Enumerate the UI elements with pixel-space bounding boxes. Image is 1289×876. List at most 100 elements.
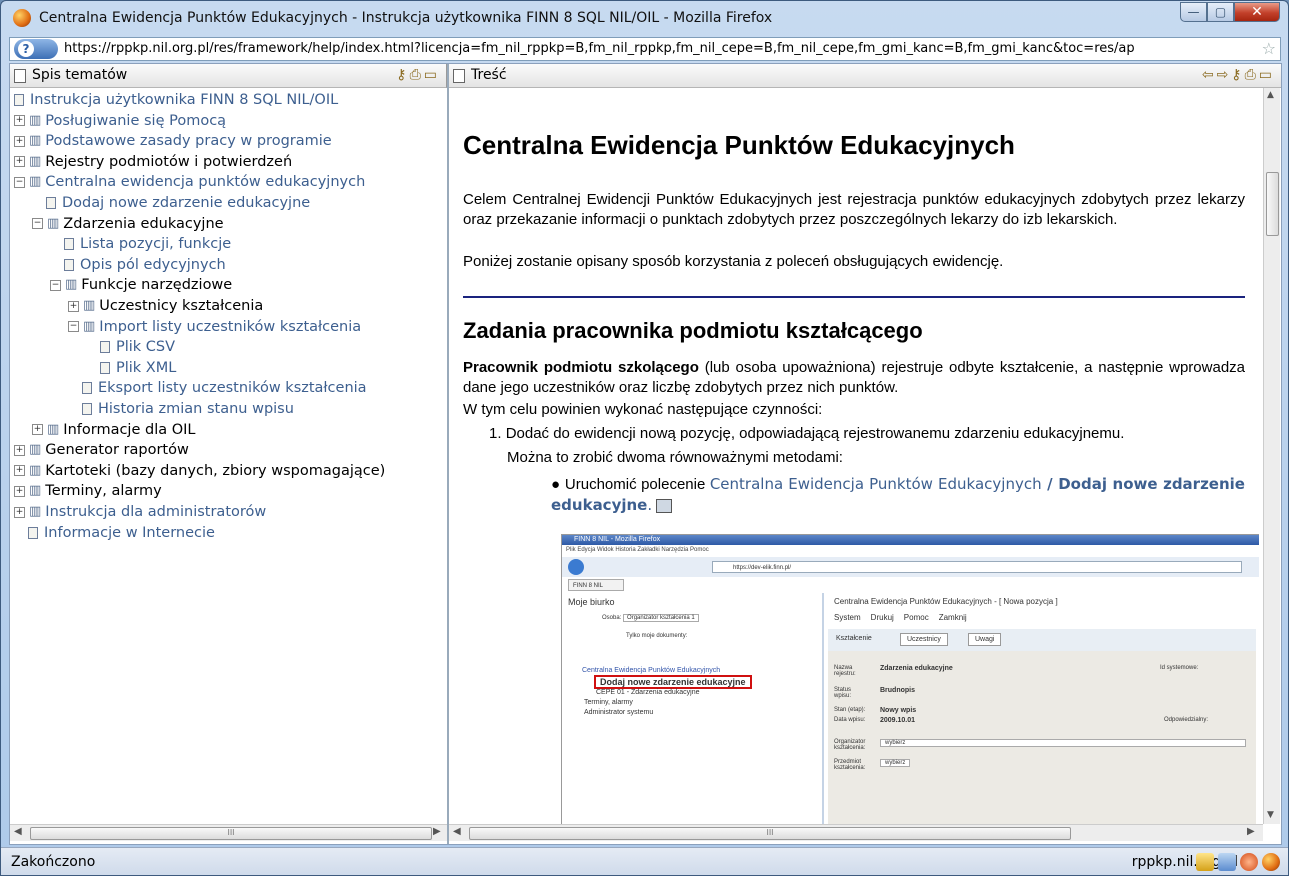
toc-item[interactable]: Informacje w Internecie [14, 523, 215, 543]
bullet-end: . [647, 496, 653, 514]
steps-intro: W tym celu powinien wykonać następujące … [463, 401, 823, 418]
print-icon[interactable]: ⎙ [410, 67, 424, 83]
print-icon[interactable]: ⎙ [1245, 67, 1259, 83]
scroll-thumb[interactable]: III [30, 827, 432, 840]
expand-icon[interactable]: + [14, 485, 25, 497]
firefox-status-icon[interactable] [1262, 853, 1280, 871]
toc-item[interactable]: + ▥ Generator raportów [14, 440, 189, 460]
toc-item[interactable]: + ▥ Posługiwanie się Pomocą [14, 111, 226, 131]
forward-icon[interactable]: ⇨ [1217, 67, 1232, 83]
page-icon [82, 382, 92, 395]
collapse-icon[interactable]: − [14, 176, 25, 188]
shot-tree-4: Terminy, alarmy [584, 699, 633, 706]
toc-item[interactable]: Opis pól edycyjnych [50, 255, 226, 275]
expand-icon[interactable]: + [14, 506, 25, 518]
minimize-button[interactable]: — [1180, 2, 1207, 22]
restore-pane-icon[interactable]: ▭ [424, 67, 440, 83]
scroll-left-icon[interactable]: ◀ [14, 826, 22, 837]
expand-icon[interactable]: + [68, 300, 79, 312]
toc-item[interactable]: Lista pozycji, funkcje [50, 234, 231, 254]
page-icon [28, 526, 38, 539]
page-icon [64, 238, 74, 251]
collapse-icon[interactable]: − [50, 279, 61, 291]
book-icon: ▥ [47, 215, 60, 231]
collapse-icon[interactable]: − [68, 321, 79, 333]
toc-item[interactable]: − ▥ Funkcje narzędziowe [50, 275, 232, 295]
bookmark-star-icon[interactable]: ☆ [1262, 39, 1276, 58]
toc-item[interactable]: + ▥ Podstawowe zasady pracy w programie [14, 131, 332, 151]
close-button[interactable]: ✕ [1234, 2, 1280, 22]
toc-item[interactable]: Eksport listy uczestników kształcenia [68, 378, 367, 398]
scroll-thumb[interactable]: III [469, 827, 1071, 840]
bold-term: Pracownik podmiotu szkolącego [463, 359, 699, 376]
scroll-left-icon[interactable]: ◀ [453, 826, 461, 837]
site-identity-button[interactable]: ? [14, 39, 58, 59]
search-keys-icon[interactable]: ⚷ [1231, 67, 1244, 83]
toc-item[interactable]: − ▥ Import listy uczestników kształcenia [68, 317, 361, 337]
book-icon: ▥ [29, 153, 42, 169]
screenshot-toggle-icon[interactable] [656, 499, 673, 514]
expand-icon[interactable]: + [14, 156, 25, 168]
toc-item[interactable]: Historia zmian stanu wpisu [68, 399, 294, 419]
toc-item[interactable]: − ▥ Centralna ewidencja punktów edukacyjny… [14, 172, 365, 192]
mail-icon[interactable] [1218, 853, 1236, 871]
toc-item-label: Rejestry podmiotów i potwierdzeń [45, 153, 293, 170]
step-1: 1. Dodać do ewidencji nową pozycję, odpo… [489, 425, 1125, 442]
toc-item[interactable]: Instrukcja użytkownika FINN 8 SQL NIL/OI… [14, 90, 338, 110]
toc-item-label: Uczestnicy kształcenia [99, 298, 264, 314]
expand-icon[interactable]: + [14, 115, 25, 127]
toc-item-label: Dodaj nowe zdarzenie edukacyjne [62, 195, 311, 211]
pane-splitter[interactable] [447, 64, 449, 844]
content-horizontal-scrollbar[interactable]: ◀ III ▶ [449, 824, 1263, 841]
toc-item-label: Historia zmian stanu wpisu [98, 401, 294, 417]
shot-url: https://dev-elik.finn.pl/ [712, 561, 1242, 573]
intro-paragraph-2: Poniżej zostanie opisany sposób korzysta… [463, 253, 1004, 270]
address-bar[interactable]: ? https://rppkp.nil.org.pl/res/framework… [9, 37, 1281, 61]
status-icons [1196, 853, 1280, 871]
toc-item[interactable]: + ▥ Informacje dla OIL [32, 420, 195, 440]
window-title: Centralna Ewidencja Punktów Edukacyjnych… [39, 10, 773, 26]
toc-item[interactable]: + ▥ Kartoteki (bazy danych, zbiory wspomag… [14, 461, 385, 481]
expand-icon[interactable]: + [14, 465, 25, 477]
toc-item[interactable]: + ▥ Instrukcja dla administratorów [14, 502, 266, 522]
shot-back-icon [568, 559, 584, 575]
page-icon [46, 197, 56, 209]
maximize-button[interactable]: ▢ [1207, 2, 1234, 22]
toc-item-label: Informacje dla OIL [63, 421, 196, 438]
toc-item[interactable]: + ▥ Rejestry podmiotów i potwierdzeń [14, 152, 292, 172]
collapse-icon[interactable]: − [32, 218, 43, 230]
page-icon [82, 403, 92, 415]
link-cepe[interactable]: Centralna Ewidencja Punktów Edukacyjnych [710, 475, 1042, 493]
restore-pane-icon[interactable]: ▭ [1259, 67, 1275, 83]
expand-icon[interactable]: + [14, 444, 25, 456]
search-keys-icon[interactable]: ⚷ [396, 67, 409, 83]
scroll-right-icon[interactable]: ▶ [1247, 826, 1255, 837]
scroll-thumb[interactable] [1266, 172, 1279, 236]
toc-item[interactable]: Dodaj nowe zdarzenie edukacyjne [32, 193, 310, 213]
back-icon[interactable]: ⇦ [1202, 67, 1217, 83]
page-title: Centralna Ewidencja Punktów Edukacyjnych [463, 130, 1015, 160]
expand-icon[interactable]: + [32, 424, 43, 436]
expand-icon[interactable]: + [14, 135, 25, 147]
toc-item[interactable]: Plik CSV [86, 337, 175, 357]
toc-item-label: Import listy uczestników kształcenia [99, 318, 362, 335]
shot-tree-5: Administrator systemu [584, 709, 654, 716]
block-icon[interactable] [1240, 853, 1258, 871]
toc-item-label: Opis pól edycyjnych [80, 256, 226, 273]
lock-icon[interactable] [1196, 853, 1214, 871]
shot-tree-3: CEPE 01 - Zdarzenia edukacyjne [596, 689, 700, 696]
section-paragraph: Pracownik podmiotu szkolącego (lub osoba… [463, 358, 1245, 398]
toc-item[interactable]: + ▥ Uczestnicy kształcenia [68, 296, 263, 316]
toc-item[interactable]: − ▥ Zdarzenia edukacyjne [32, 214, 224, 234]
url-text[interactable]: https://rppkp.nil.org.pl/res/framework/h… [64, 41, 1254, 56]
scroll-right-icon[interactable]: ▶ [433, 826, 441, 837]
book-icon: ▥ [83, 298, 96, 313]
toc-item[interactable]: Plik XML [86, 358, 176, 378]
content-vertical-scrollbar[interactable]: ▲ ▼ [1263, 88, 1280, 824]
content-pane-title: Treść [471, 67, 507, 83]
scroll-up-icon[interactable]: ▲ [1267, 90, 1274, 100]
scroll-down-icon[interactable]: ▼ [1267, 810, 1274, 820]
toc-item[interactable]: + ▥ Terminy, alarmy [14, 481, 162, 501]
shot-tylko: Tylko moje dokumenty: [626, 633, 688, 639]
toc-horizontal-scrollbar[interactable]: ◀ III ▶ [10, 824, 447, 841]
